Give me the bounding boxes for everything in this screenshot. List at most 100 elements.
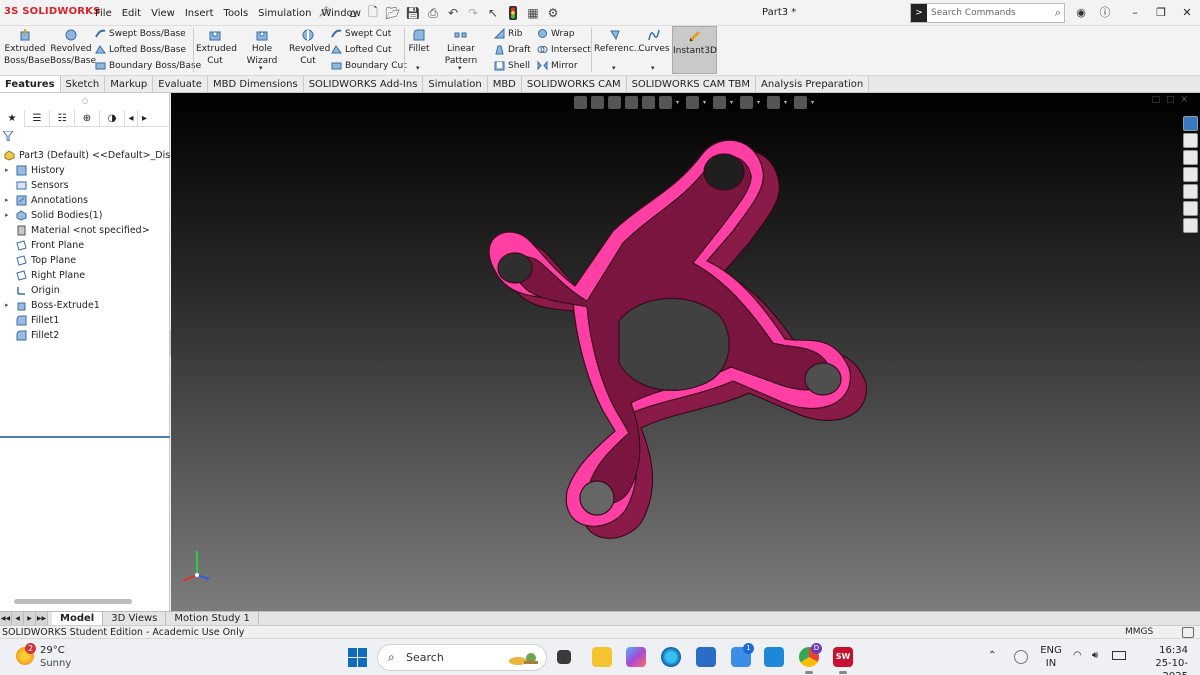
feature-manager-tab-icon[interactable]: ★ xyxy=(0,110,25,127)
tree-item[interactable]: ▸ History xyxy=(0,163,170,178)
draft-button[interactable]: Draft xyxy=(494,44,531,55)
input-language[interactable]: ENG IN xyxy=(1040,644,1062,670)
windows-start-icon[interactable] xyxy=(348,648,367,667)
menu-simulation[interactable]: Simulation xyxy=(253,0,316,26)
tab-next-icon[interactable]: ▶ xyxy=(24,612,36,626)
boundary-cut-button[interactable]: Boundary Cut xyxy=(331,60,407,71)
wifi-icon[interactable]: ◠ xyxy=(1073,650,1082,675)
fillet-button[interactable]: Fillet xyxy=(407,28,431,55)
home-icon[interactable]: ⌂ xyxy=(344,4,362,22)
reference-dropdown-icon[interactable]: ▾ xyxy=(612,64,616,72)
expand-chevron-icon[interactable]: ▸ xyxy=(5,163,9,178)
tab-solidworks-cam-tbm[interactable]: SOLIDWORKS CAM TBM xyxy=(626,76,757,92)
tree-item[interactable]: Fillet2 xyxy=(0,328,170,343)
tab-markup[interactable]: Markup xyxy=(105,76,154,92)
tree-item[interactable]: ▸ Boss-Extrude1 xyxy=(0,298,170,313)
tree-item[interactable]: ▸ Annotations xyxy=(0,193,170,208)
lofted-cut-button[interactable]: Lofted Cut xyxy=(331,44,392,55)
volume-icon[interactable]: 🔊︎ xyxy=(1092,650,1098,675)
tab-sketch[interactable]: Sketch xyxy=(60,76,106,92)
tab-mbd[interactable]: MBD xyxy=(487,76,522,92)
open-folder-icon[interactable]: 📂︎ xyxy=(384,4,402,22)
tree-item[interactable]: Top Plane xyxy=(0,253,170,268)
select-arrow-icon[interactable]: ↖ xyxy=(484,4,502,22)
expand-chevron-icon[interactable]: ▸ xyxy=(5,193,9,208)
tree-item[interactable]: Origin xyxy=(0,283,170,298)
swept-cut-button[interactable]: Swept Cut xyxy=(331,28,391,39)
revolved-cut-button[interactable]: Revolved Cut xyxy=(289,28,330,67)
tab-simulation[interactable]: Simulation xyxy=(423,76,488,92)
tree-item[interactable]: Sensors xyxy=(0,178,170,193)
curves-dropdown-icon[interactable]: ▾ xyxy=(651,64,655,72)
status-bar-toggle-icon[interactable] xyxy=(1182,627,1194,638)
menu-edit[interactable]: Edit xyxy=(117,0,146,26)
configuration-manager-tab-icon[interactable]: ☷ xyxy=(50,110,75,127)
reference-geometry-button[interactable]: Referenc... xyxy=(594,28,642,55)
extruded-boss-button[interactable]: Extruded Boss/Base xyxy=(4,28,50,67)
instant3d-button[interactable]: Instant3D xyxy=(672,26,717,74)
tree-item[interactable]: ▸ Solid Bodies(1) xyxy=(0,208,170,223)
tab-prev-icon[interactable]: ◀ xyxy=(12,612,24,626)
revolved-boss-button[interactable]: Revolved Boss/Base xyxy=(50,28,96,67)
tab-3d-views[interactable]: 3D Views xyxy=(103,612,167,625)
menu-tools[interactable]: Tools xyxy=(219,0,254,26)
tab-solidworks-cam[interactable]: SOLIDWORKS CAM xyxy=(521,76,627,92)
print-icon[interactable]: ⎙ xyxy=(424,4,442,22)
tab-solidworks-addins[interactable]: SOLIDWORKS Add-Ins xyxy=(303,76,424,92)
tree-item[interactable]: Fillet1 xyxy=(0,313,170,328)
tab-evaluate[interactable]: Evaluate xyxy=(153,76,208,92)
save-icon[interactable]: 💾︎ xyxy=(404,4,422,22)
tab-first-icon[interactable]: ◀◀ xyxy=(0,612,12,626)
tab-scroll-left-icon[interactable]: ◂ xyxy=(125,110,138,127)
rollback-bar[interactable] xyxy=(0,436,170,438)
expand-chevron-icon[interactable]: ▸ xyxy=(5,208,9,223)
options-gear-icon[interactable]: ⚙ xyxy=(544,4,562,22)
new-document-icon[interactable]: 🗋 xyxy=(364,4,382,22)
mirror-button[interactable]: Mirror xyxy=(537,60,578,71)
extruded-cut-button[interactable]: Extruded Cut xyxy=(196,28,237,67)
menu-view[interactable]: View xyxy=(146,0,180,26)
copilot-icon[interactable] xyxy=(626,647,646,667)
recording-status-icon[interactable] xyxy=(1014,650,1028,664)
restore-icon[interactable]: ❐ xyxy=(1148,0,1174,26)
swept-boss-button[interactable]: Swept Boss/Base xyxy=(95,28,186,39)
intersect-button[interactable]: Intersect xyxy=(537,44,591,55)
tab-features[interactable]: Features xyxy=(0,76,61,92)
todo-app-icon[interactable]: 1 xyxy=(731,643,754,667)
vscode-icon[interactable] xyxy=(764,647,784,667)
tab-model[interactable]: Model xyxy=(52,612,104,625)
tab-mbd-dimensions[interactable]: MBD Dimensions xyxy=(207,76,304,92)
file-explorer-taskbar-icon[interactable] xyxy=(592,647,612,667)
display-manager-tab-icon[interactable]: ◑ xyxy=(100,110,125,127)
minimize-icon[interactable]: – xyxy=(1122,0,1148,26)
show-hidden-icons[interactable]: ⌃ xyxy=(988,650,996,675)
shell-button[interactable]: Shell xyxy=(494,60,530,71)
dimxpert-manager-tab-icon[interactable]: ⊕ xyxy=(75,110,100,127)
traffic-light-icon[interactable] xyxy=(504,4,522,22)
solidworks-taskbar-icon[interactable]: SW xyxy=(833,647,853,674)
feature-tree-horizontal-scrollbar[interactable] xyxy=(14,599,132,604)
tree-item[interactable]: Front Plane xyxy=(0,238,170,253)
edge-browser-icon[interactable] xyxy=(661,647,681,667)
menu-insert[interactable]: Insert xyxy=(180,0,219,26)
tree-item[interactable]: Right Plane xyxy=(0,268,170,283)
help-icon[interactable]: ⓘ xyxy=(1096,4,1114,22)
task-view-icon[interactable] xyxy=(557,650,571,664)
tab-analysis-preparation[interactable]: Analysis Preparation xyxy=(756,76,870,92)
rib-button[interactable]: Rib xyxy=(494,28,522,39)
redo-icon[interactable]: ↷ xyxy=(464,4,482,22)
lofted-boss-button[interactable]: Lofted Boss/Base xyxy=(95,44,186,55)
menu-file[interactable]: File xyxy=(90,0,117,26)
expand-chevron-icon[interactable]: ▸ xyxy=(5,298,9,313)
close-icon[interactable]: ✕ xyxy=(1174,0,1200,26)
tab-last-icon[interactable]: ▶▶ xyxy=(36,612,48,626)
boundary-boss-button[interactable]: Boundary Boss/Base xyxy=(95,60,201,71)
taskbar-search-box[interactable]: ⌕ Search xyxy=(377,644,547,671)
tree-item[interactable]: Material <not specified> xyxy=(0,223,170,238)
system-clock[interactable]: 16:34 25-10-2025 xyxy=(1136,644,1188,675)
tab-scroll-right-icon[interactable]: ▸ xyxy=(138,110,151,127)
panel-collapse-handle[interactable]: ○ xyxy=(82,97,88,105)
filter-icon[interactable] xyxy=(1,130,15,144)
pin-menu-icon[interactable]: 📌︎ xyxy=(318,7,331,18)
tree-root-part[interactable]: Part3 (Default) <<Default>_Displ xyxy=(0,148,170,163)
